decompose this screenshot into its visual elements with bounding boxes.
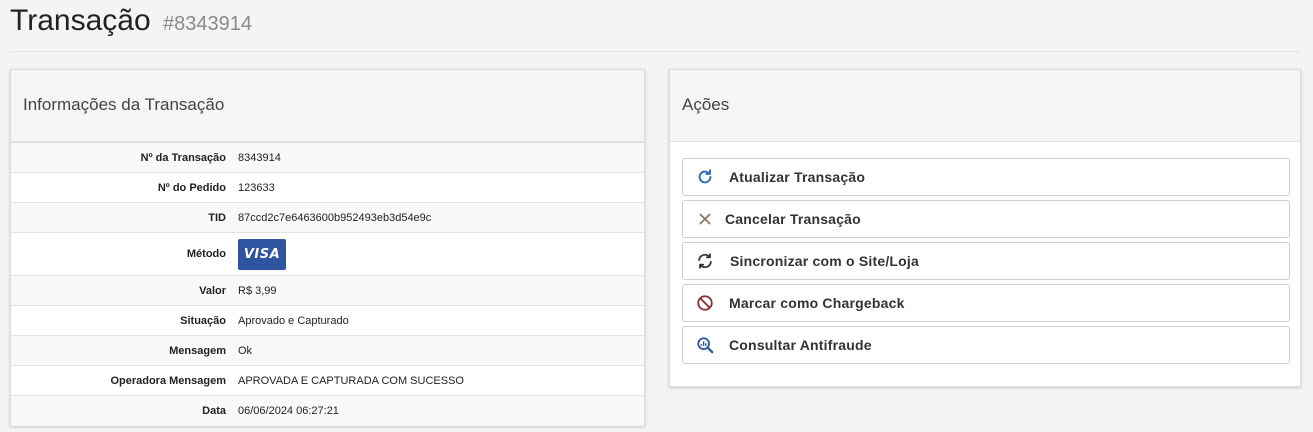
row-value-tid: 87ccd2c7e6463600b952493eb3d54e9c: [232, 202, 644, 233]
actions-panel: Ações Atualizar Transação Cancelar Trans…: [669, 69, 1301, 387]
transaction-info-panel: Informações da Transação Nº da Transação…: [10, 69, 645, 426]
row-label: Valor: [11, 275, 232, 306]
table-row: Operadora Mensagem APROVADA E CAPTURADA …: [11, 365, 644, 396]
row-label: Operadora Mensagem: [11, 365, 232, 396]
sync-store-button[interactable]: Sincronizar com o Site/Loja: [682, 242, 1290, 280]
close-icon: [695, 209, 715, 229]
button-label: Sincronizar com o Site/Loja: [730, 253, 919, 269]
actions-heading: Ações: [670, 70, 1300, 142]
table-row: Nº da Transação 8343914: [11, 142, 644, 173]
ban-icon: [695, 293, 715, 313]
chargeback-button[interactable]: Marcar como Chargeback: [682, 284, 1290, 322]
transaction-info-table: Nº da Transação 8343914 Nº do Pedido 123…: [11, 142, 644, 426]
search-chart-icon: [695, 335, 715, 355]
button-label: Cancelar Transação: [725, 211, 861, 227]
row-value-amount: R$ 3,99: [232, 275, 644, 306]
row-value-order-number: 123633: [232, 172, 644, 203]
transaction-info-heading: Informações da Transação: [11, 70, 644, 142]
status-badge: Aprovado e Capturado: [232, 305, 644, 336]
row-label: TID: [11, 202, 232, 233]
refresh-transaction-button[interactable]: Atualizar Transação: [682, 158, 1290, 196]
button-label: Marcar como Chargeback: [729, 295, 905, 311]
row-value-transaction-number: 8343914: [232, 142, 644, 173]
table-row: TID 87ccd2c7e6463600b952493eb3d54e9c: [11, 202, 644, 233]
button-label: Consultar Antifraude: [729, 337, 872, 353]
table-row: Nº do Pedido 123633: [11, 172, 644, 203]
page-header: Transação #8343914: [10, 0, 1300, 52]
sync-icon: [695, 251, 715, 271]
page-title: Transação #8343914: [10, 4, 252, 38]
table-row: Situação Aprovado e Capturado: [11, 305, 644, 336]
cancel-transaction-button[interactable]: Cancelar Transação: [682, 200, 1290, 238]
row-label: Nº do Pedido: [11, 172, 232, 203]
visa-logo-icon: VISA: [238, 238, 286, 270]
row-value-date: 06/06/2024 06:27:21: [232, 395, 644, 426]
table-row: Data 06/06/2024 06:27:21: [11, 395, 644, 426]
row-label: Método: [11, 232, 232, 276]
button-label: Atualizar Transação: [729, 169, 866, 185]
antifraud-button[interactable]: Consultar Antifraude: [682, 326, 1290, 364]
page-title-text: Transação: [10, 4, 151, 37]
actions-list: Atualizar Transação Cancelar Transação S…: [670, 142, 1300, 364]
table-row: Mensagem Ok: [11, 335, 644, 366]
refresh-icon: [695, 167, 715, 187]
row-label: Data: [11, 395, 232, 426]
row-label: Nº da Transação: [11, 142, 232, 173]
row-value-message: Ok: [232, 335, 644, 366]
row-label: Situação: [11, 305, 232, 336]
row-value-operator-message: APROVADA E CAPTURADA COM SUCESSO: [232, 365, 644, 396]
table-row: Método VISA: [11, 232, 644, 276]
transaction-id-label: #8343914: [162, 13, 252, 35]
row-label: Mensagem: [11, 335, 232, 366]
table-row: Valor R$ 3,99: [11, 275, 644, 306]
row-value-method: VISA: [232, 232, 644, 276]
